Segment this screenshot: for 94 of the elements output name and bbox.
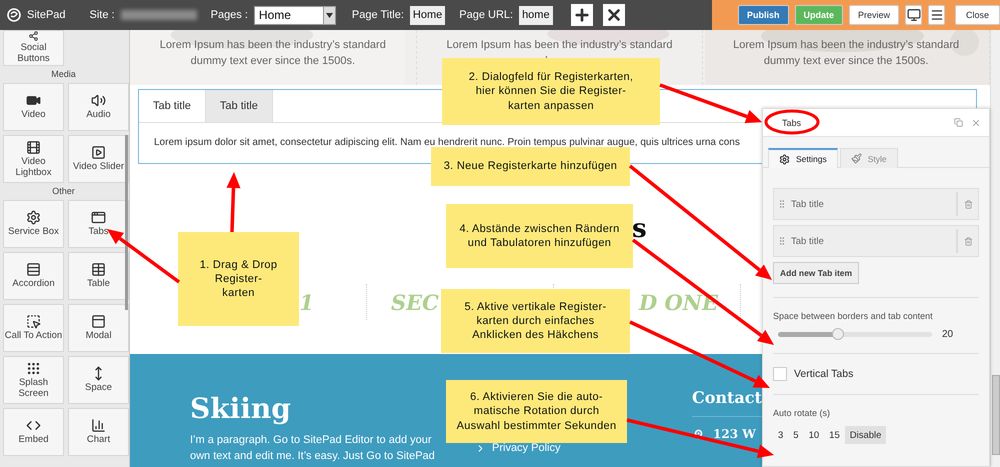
widget-item[interactable]: Video Slider (68, 135, 129, 183)
spacing-label: Space between borders and tab content (773, 311, 934, 321)
footer-title: Skiing (190, 392, 291, 425)
highlight-ellipse (764, 110, 820, 134)
widget-item[interactable]: Modal (68, 304, 129, 352)
window-icon (91, 314, 106, 330)
rotate-option[interactable]: 5 (788, 426, 804, 444)
preview-button[interactable]: Preview (849, 5, 900, 25)
drag-handle-icon[interactable] (777, 236, 787, 246)
rows-icon (26, 262, 41, 278)
site-label: Site : (90, 9, 115, 21)
scrollbar-thumb[interactable] (125, 135, 128, 310)
publish-button[interactable]: Publish (738, 5, 789, 25)
caret-icon (326, 12, 333, 18)
widget-item[interactable]: Tabs (68, 200, 129, 248)
film-icon (26, 140, 41, 155)
callout-note: 5. Aktive vertikale Register- karten durch einfaches Anklicken des Häkchens (441, 289, 630, 353)
brush-icon (850, 153, 862, 164)
tab[interactable]: Tab title (206, 90, 273, 122)
address-text: 123 W (713, 427, 756, 441)
window-icon (91, 210, 106, 226)
callout-note: 6. Aktivieren Sie die auto- matische Rotation durch Auswahl bestimmter Sekunden (446, 380, 627, 443)
section-title: Media (50, 68, 77, 81)
page-url-field[interactable]: home (519, 6, 553, 24)
auto-rotate-label: Auto rotate (s) (773, 408, 832, 418)
plus-icon (572, 6, 591, 24)
trash-icon[interactable] (964, 200, 972, 208)
spacing-value: 20 (942, 329, 954, 340)
drag-handle-icon[interactable] (777, 199, 787, 209)
arrow (226, 172, 240, 232)
monitor-button[interactable] (905, 5, 922, 25)
menu-button[interactable] (928, 5, 945, 25)
tab-list-item[interactable]: Tab title (773, 225, 979, 257)
feature-text: Lorem Ipsum has been the industry’s standard dummy text ever since the 1500s. (732, 38, 960, 69)
delete-button[interactable] (602, 4, 625, 26)
restore-icon[interactable] (954, 118, 963, 126)
trash-icon[interactable] (964, 236, 972, 246)
dots-icon (26, 360, 41, 376)
rotate-option[interactable]: 10 (804, 426, 824, 444)
page-title-label: Page Title: (352, 9, 404, 21)
slider-thumb[interactable] (832, 328, 844, 340)
widget-item[interactable]: Accordion (3, 252, 64, 300)
widget-item[interactable]: Video Lightbox (3, 135, 64, 183)
pages-select[interactable]: Home (254, 6, 336, 24)
logo-icon (7, 8, 21, 22)
widget-item[interactable]: Social Buttons (3, 30, 64, 66)
section-title: Other (51, 185, 76, 198)
rotate-option[interactable]: Disable (844, 426, 886, 444)
pages-label: Pages : (210, 9, 248, 21)
close-button[interactable]: Close (954, 5, 1000, 25)
highlight-text: 1 (299, 290, 314, 314)
callout-note: 4. Abstände zwischen Rändern und Tabulatoren hinzufügen (446, 204, 633, 268)
play-icon (91, 145, 106, 160)
widget-item[interactable]: Table (68, 252, 129, 300)
dialog-title: Tabs (782, 118, 802, 128)
widget-item[interactable]: Audio (68, 83, 129, 131)
widget-item[interactable]: Embed (3, 408, 64, 456)
widget-item[interactable]: Splash Screen (3, 356, 64, 404)
widget-item[interactable]: Space (68, 356, 129, 404)
callout-note: 1. Drag & Drop Register- karten (178, 232, 299, 326)
callout-note: 2. Dialogfeld für Registerkarten, hier können Sie die Register- karten anpassen (442, 58, 660, 125)
add-button[interactable] (570, 4, 593, 26)
section-heading: s (632, 214, 647, 244)
menu-icon (930, 8, 944, 22)
widget-item[interactable]: Video (3, 83, 64, 131)
widget-item[interactable]: Service Box (3, 200, 64, 248)
tab-content-text: Lorem ipsum dolor sit amet, consectetur adipiscing elit. Nam eu hendrerit nunc. Proin tempus pulvinar augue, quis ultrices urna cons (154, 137, 740, 148)
monitor-icon (906, 8, 921, 22)
vertical-tabs-checkbox[interactable] (773, 367, 787, 381)
widget-item[interactable]: Chart (68, 408, 129, 456)
close-icon[interactable] (971, 118, 981, 128)
widget-item[interactable]: Call To Action (3, 304, 64, 352)
rotate-option[interactable]: 15 (824, 426, 845, 444)
checkbox-label: Vertical Tabs (794, 368, 854, 380)
rotate-option[interactable]: 3 (773, 426, 788, 444)
page-title-field[interactable]: Home (410, 6, 446, 24)
highlight-text: D ONE (638, 290, 718, 314)
panel-tab[interactable]: Settings (768, 148, 838, 168)
brand-name: SitePad (27, 9, 66, 21)
callout-note: 3. Neue Registerkarte hinzufügen (431, 147, 630, 186)
bar-chart-icon (91, 418, 106, 434)
pointer-icon (26, 314, 41, 330)
add-tab-button[interactable]: Add new Tab item (773, 262, 860, 284)
tab-list-item[interactable]: Tab title (773, 188, 979, 220)
gear-icon (779, 154, 790, 164)
contact-heading: Contact (692, 388, 762, 409)
table-icon (91, 262, 106, 278)
scrollbar-thumb[interactable] (992, 375, 1000, 455)
gear-icon (26, 210, 41, 226)
speaker-icon (91, 93, 106, 108)
footer-paragraph: I’m a paragraph. Go to SitePad Editor to add your own text and edit me. It’s easy. Just Go to SitePad (190, 433, 436, 464)
highlight-text: SEC (391, 290, 439, 314)
feature-text: Lorem Ipsum has been the industry’s standard dummy text ever since the 1500s. (158, 38, 387, 69)
page-url-label: Page URL: (459, 9, 514, 21)
